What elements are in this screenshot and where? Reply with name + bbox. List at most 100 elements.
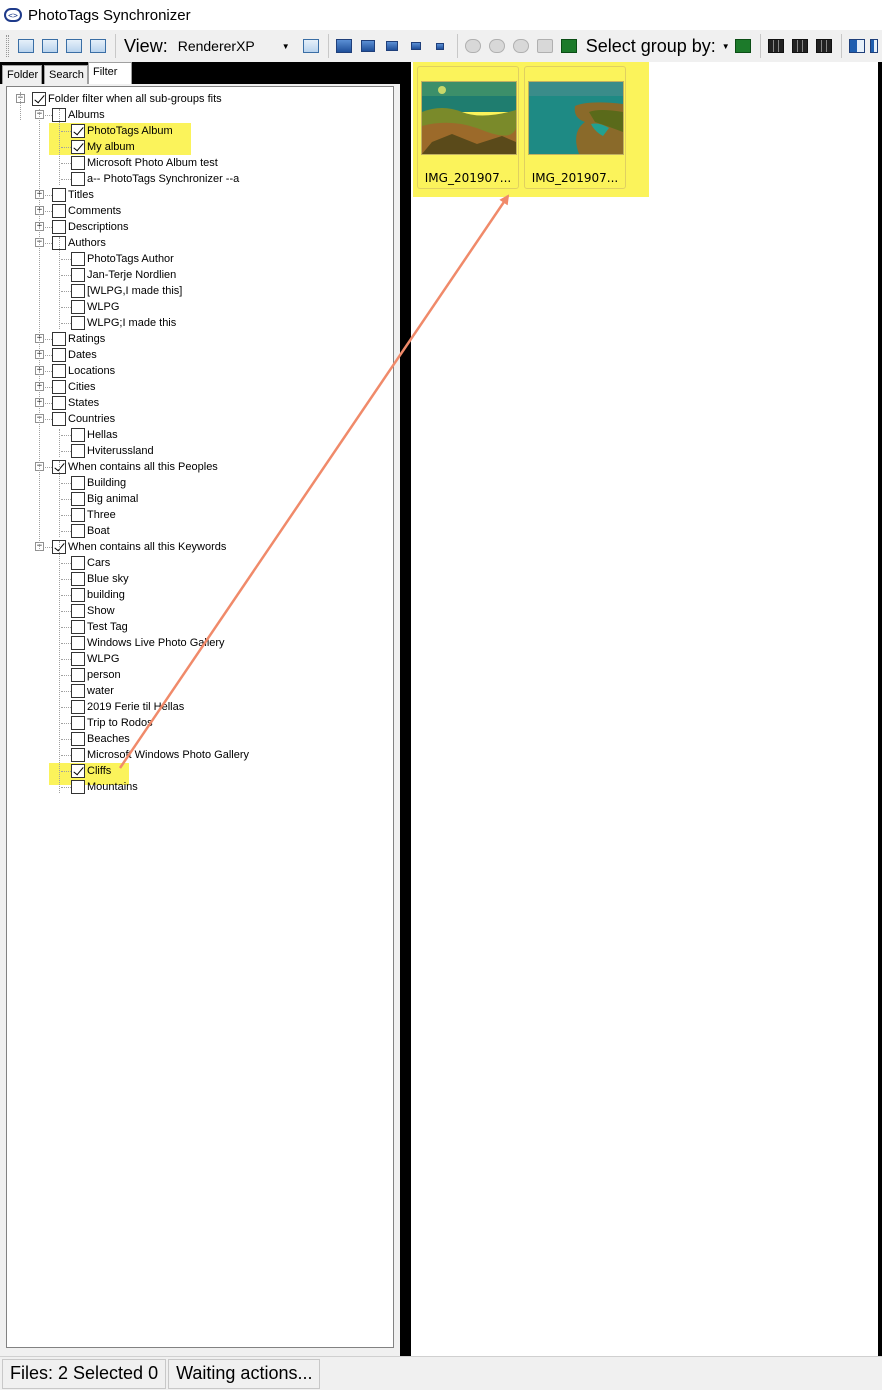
tree-node[interactable]: Authors — [52, 235, 106, 251]
thumb-l-icon[interactable] — [357, 35, 379, 57]
tree-node[interactable]: Show — [71, 603, 115, 619]
tree-node[interactable]: WLPG — [71, 651, 119, 667]
tree-node[interactable]: PhotoTags Album — [71, 123, 173, 139]
tree-node[interactable]: States — [52, 395, 99, 411]
tree-node[interactable]: Comments — [52, 203, 121, 219]
tree-node[interactable]: Blue sky — [71, 571, 129, 587]
tree-node[interactable]: Beaches — [71, 731, 130, 747]
layout-filmstrip-icon[interactable] — [39, 35, 61, 57]
tree-checkbox[interactable] — [71, 748, 85, 762]
tree-checkbox[interactable] — [71, 508, 85, 522]
tree-node[interactable]: Cliffs — [71, 763, 111, 779]
grid-dark-2-icon[interactable] — [789, 35, 811, 57]
tree-checkbox[interactable] — [71, 476, 85, 490]
tree-node[interactable]: Microsoft Photo Album test — [71, 155, 218, 171]
tree-checkbox[interactable] — [52, 332, 66, 346]
tree-checkbox[interactable] — [71, 764, 85, 778]
tree-node[interactable]: Hellas — [71, 427, 118, 443]
filter-tree[interactable]: − Folder filter when all sub-groups fits −… — [6, 86, 394, 1348]
tree-checkbox[interactable] — [71, 140, 85, 154]
tree-node[interactable]: Locations — [52, 363, 115, 379]
tree-node[interactable]: 2019 Ferie til Hellas — [71, 699, 184, 715]
tree-checkbox[interactable] — [71, 156, 85, 170]
tree-checkbox[interactable] — [52, 380, 66, 394]
tree-checkbox[interactable] — [52, 220, 66, 234]
tab-search[interactable]: Search — [44, 65, 88, 84]
panel-icon[interactable] — [846, 35, 868, 57]
tree-node[interactable]: PhotoTags Author — [71, 251, 174, 267]
tree-node[interactable]: Descriptions — [52, 219, 129, 235]
tree-node[interactable]: Countries — [52, 411, 115, 427]
tree-node[interactable]: Cities — [52, 379, 96, 395]
tree-checkbox[interactable] — [71, 316, 85, 330]
tree-node[interactable]: WLPG — [71, 299, 119, 315]
rotate-icon[interactable] — [486, 35, 508, 57]
tree-checkbox[interactable] — [71, 636, 85, 650]
tree-node[interactable]: Microsoft Windows Photo Gallery — [71, 747, 249, 763]
view-list-icon[interactable] — [300, 35, 322, 57]
thumbnail-item[interactable]: IMG_201907... — [524, 66, 626, 189]
grid-dark-1-icon[interactable] — [765, 35, 787, 57]
tree-checkbox[interactable] — [52, 364, 66, 378]
panel-more-icon[interactable] — [869, 35, 878, 57]
tree-checkbox[interactable] — [71, 588, 85, 602]
tree-node[interactable]: My album — [71, 139, 135, 155]
tree-checkbox[interactable] — [71, 652, 85, 666]
tree-checkbox[interactable] — [71, 604, 85, 618]
thumb-xs-icon[interactable] — [429, 35, 451, 57]
tree-checkbox[interactable] — [71, 668, 85, 682]
tree-checkbox[interactable] — [71, 620, 85, 634]
tree-checkbox[interactable] — [71, 492, 85, 506]
tree-node[interactable]: WLPG;I made this — [71, 315, 176, 331]
print-icon[interactable] — [534, 35, 556, 57]
thumb-m-icon[interactable] — [381, 35, 403, 57]
tree-checkbox[interactable] — [71, 300, 85, 314]
tree-node[interactable]: Ratings — [52, 331, 105, 347]
tree-checkbox[interactable] — [71, 428, 85, 442]
tab-filter[interactable]: Filter — [88, 62, 132, 84]
tree-checkbox[interactable] — [52, 412, 66, 426]
tree-checkbox[interactable] — [52, 396, 66, 410]
tree-checkbox[interactable] — [71, 732, 85, 746]
group-refresh-icon[interactable] — [732, 35, 754, 57]
layout-grid-icon[interactable] — [15, 35, 37, 57]
tab-folder[interactable]: Folder — [2, 65, 42, 84]
rotate-left-icon[interactable] — [462, 35, 484, 57]
tree-node[interactable]: Three — [71, 507, 116, 523]
tree-checkbox[interactable] — [71, 780, 85, 794]
thumbnail-pane[interactable]: IMG_201907... IMG_201907... — [410, 62, 878, 1356]
tree-checkbox[interactable] — [71, 572, 85, 586]
tree-node[interactable]: Folder filter when all sub-groups fits — [32, 91, 222, 107]
layout-columns-icon[interactable] — [63, 35, 85, 57]
tree-node[interactable]: When contains all this Peoples — [52, 459, 218, 475]
tree-checkbox[interactable] — [71, 556, 85, 570]
view-renderer-select[interactable]: RendererXP ▼ — [174, 35, 294, 57]
tree-checkbox[interactable] — [71, 684, 85, 698]
toolbar-grip[interactable] — [6, 35, 9, 57]
refresh-icon[interactable] — [558, 35, 580, 57]
tree-node[interactable]: Big animal — [71, 491, 138, 507]
tree-node[interactable]: Mountains — [71, 779, 138, 795]
tree-node[interactable]: [WLPG,I made this] — [71, 283, 182, 299]
tree-node[interactable]: building — [71, 587, 125, 603]
tree-checkbox[interactable] — [71, 268, 85, 282]
layout-details-icon[interactable] — [87, 35, 109, 57]
thumb-xl-icon[interactable] — [333, 35, 355, 57]
tree-checkbox[interactable] — [71, 252, 85, 266]
tree-checkbox[interactable] — [71, 716, 85, 730]
tree-checkbox[interactable] — [52, 204, 66, 218]
tree-checkbox[interactable] — [71, 700, 85, 714]
tree-node[interactable]: Dates — [52, 347, 97, 363]
tree-node[interactable]: Boat — [71, 523, 110, 539]
select-group-caret-icon[interactable]: ▼ — [722, 42, 730, 51]
tree-node[interactable]: Cars — [71, 555, 110, 571]
tree-node[interactable]: person — [71, 667, 121, 683]
tree-checkbox[interactable] — [52, 348, 66, 362]
tree-checkbox[interactable] — [71, 124, 85, 138]
tree-node[interactable]: Test Tag — [71, 619, 128, 635]
tree-checkbox[interactable] — [71, 284, 85, 298]
tree-checkbox[interactable] — [32, 92, 46, 106]
tree-node[interactable]: a-- PhotoTags Synchronizer --a — [71, 171, 239, 187]
rotate-right-icon[interactable] — [510, 35, 532, 57]
tree-checkbox[interactable] — [71, 172, 85, 186]
